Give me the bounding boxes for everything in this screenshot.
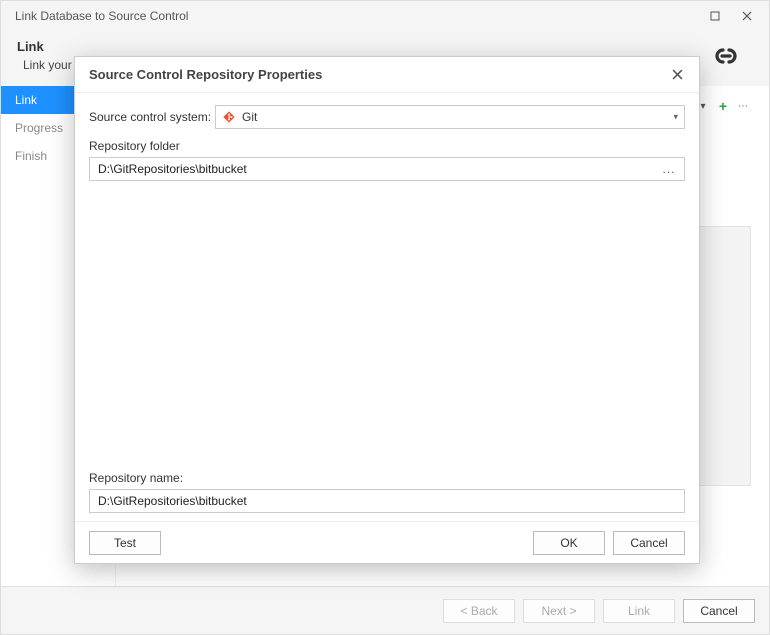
repo-name-input[interactable] [96, 493, 678, 509]
sidebar-item-label: Progress [15, 121, 63, 135]
plus-icon: + [719, 98, 727, 114]
dialog-cancel-button[interactable]: Cancel [613, 531, 685, 555]
ellipsis-icon: ⋯ [738, 101, 748, 112]
source-system-value: Git [242, 110, 257, 124]
source-system-label: Source control system: [89, 110, 215, 124]
cancel-button[interactable]: Cancel [683, 599, 755, 623]
window-title: Link Database to Source Control [15, 9, 699, 23]
repo-name-input-wrap [89, 489, 685, 513]
window-controls [699, 3, 763, 29]
main-toolbar: ▾ + ⋯ [695, 98, 751, 114]
repo-folder-label: Repository folder [89, 139, 685, 153]
chevron-down-icon: ▾ [700, 101, 705, 112]
wizard-footer: < Back Next > Link Cancel [1, 586, 769, 634]
close-button[interactable] [731, 3, 763, 29]
source-system-row: Source control system: Git ▾ [89, 105, 685, 129]
sidebar-item-label: Link [15, 93, 37, 107]
add-button[interactable]: + [715, 98, 731, 114]
dialog-cancel-button-label: Cancel [630, 536, 667, 550]
next-button[interactable]: Next > [523, 599, 595, 623]
test-button-label: Test [114, 536, 136, 550]
source-system-select[interactable]: Git ▾ [215, 105, 685, 129]
back-button-label: < Back [460, 604, 497, 618]
close-icon [672, 69, 683, 80]
link-button-label: Link [628, 604, 650, 618]
maximize-button[interactable] [699, 3, 731, 29]
dialog-body: Source control system: Git ▾ Repository … [75, 93, 699, 521]
titlebar: Link Database to Source Control [1, 1, 769, 31]
link-logo-icon [707, 42, 745, 70]
repo-folder-input-wrap: ... [89, 157, 685, 181]
sidebar-item-label: Finish [15, 149, 47, 163]
dialog-titlebar: Source Control Repository Properties [75, 57, 699, 93]
repo-folder-input[interactable] [96, 161, 660, 177]
next-button-label: Next > [541, 604, 576, 618]
repo-properties-dialog: Source Control Repository Properties Sou… [74, 56, 700, 564]
ok-button-label: OK [560, 536, 577, 550]
link-button[interactable]: Link [603, 599, 675, 623]
wizard-header-title: Link [17, 39, 707, 54]
dialog-footer: Test OK Cancel [75, 521, 699, 563]
maximize-icon [710, 11, 720, 21]
browse-folder-button[interactable]: ... [660, 162, 678, 176]
ellipsis-icon: ... [662, 162, 675, 176]
cancel-button-label: Cancel [700, 604, 737, 618]
repo-name-label: Repository name: [89, 471, 685, 485]
git-icon [222, 110, 236, 124]
back-button[interactable]: < Back [443, 599, 515, 623]
close-icon [742, 11, 752, 21]
more-button[interactable]: ⋯ [735, 98, 751, 114]
dialog-close-button[interactable] [665, 63, 689, 87]
chevron-down-icon: ▾ [673, 112, 678, 123]
ok-button[interactable]: OK [533, 531, 605, 555]
test-button[interactable]: Test [89, 531, 161, 555]
dialog-spacer [89, 189, 685, 471]
dialog-title: Source Control Repository Properties [89, 67, 665, 82]
